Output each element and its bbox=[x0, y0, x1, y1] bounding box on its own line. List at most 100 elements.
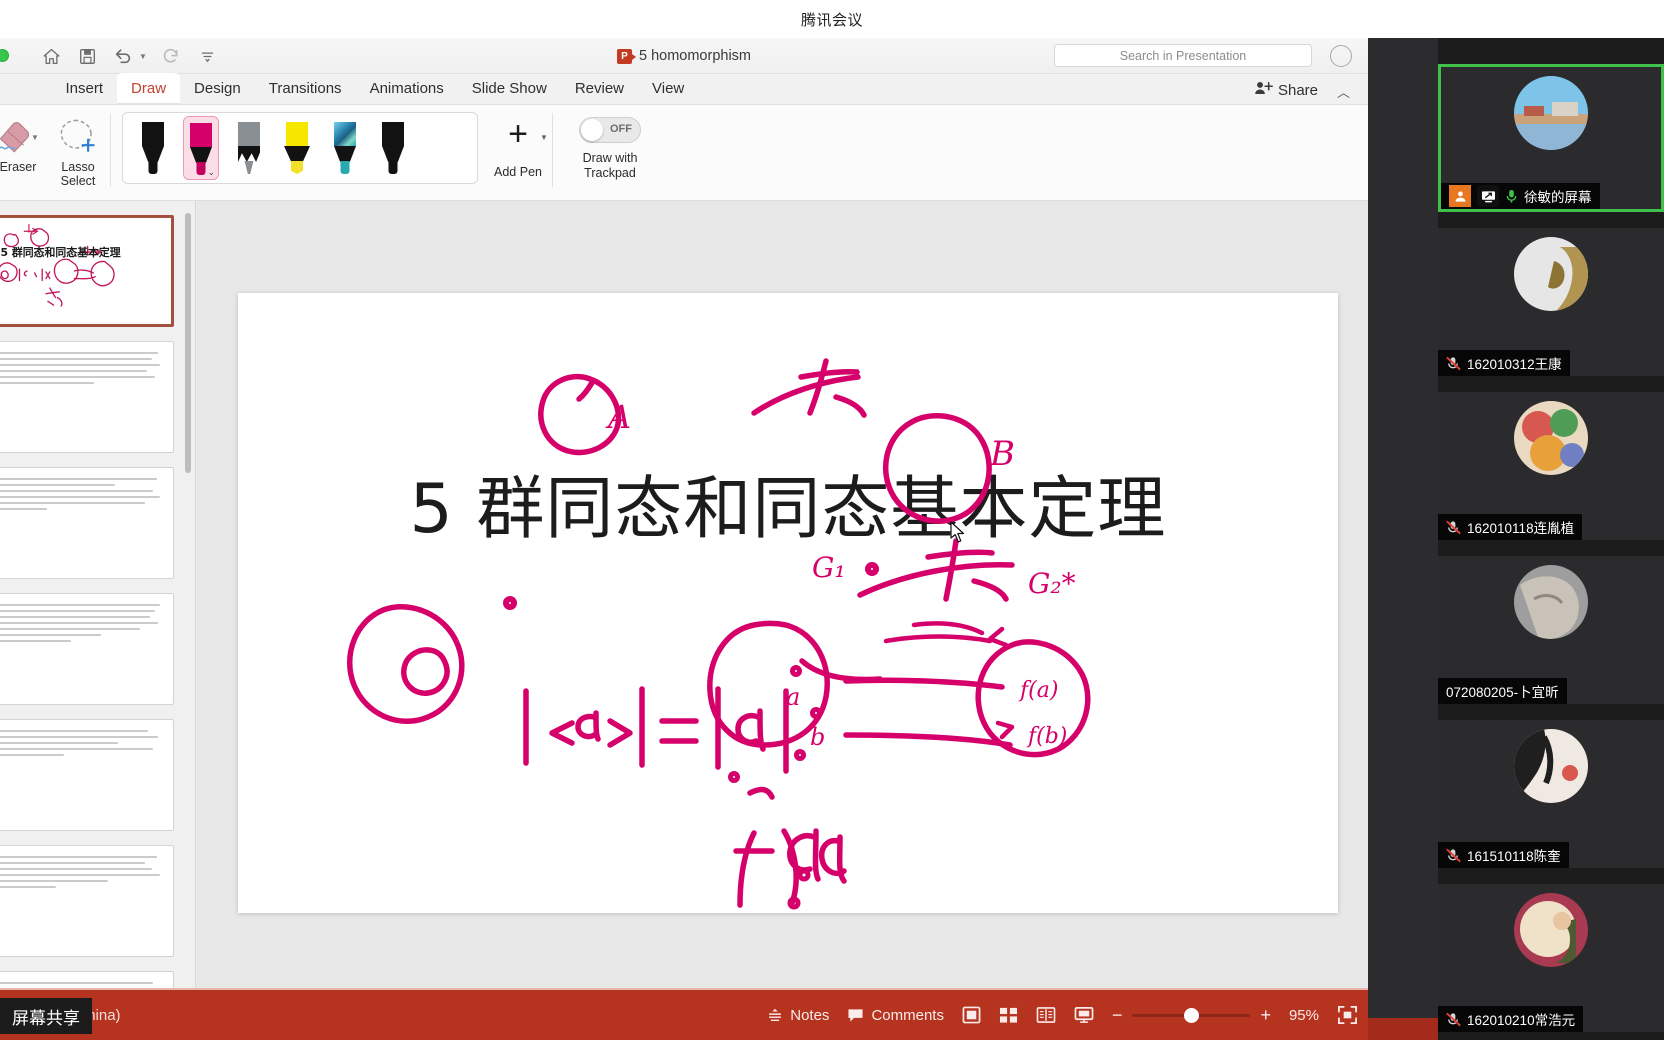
chevron-up-icon[interactable]: ︿ bbox=[1337, 82, 1350, 101]
ink-annotation-layer: A B G₁ G₂* a b f(a) f(b) bbox=[347, 358, 1091, 910]
undo-dropdown-caret[interactable]: ▼ bbox=[139, 52, 147, 61]
search-input[interactable]: Search in Presentation bbox=[1054, 44, 1312, 67]
participant-name-bar: 072080205-卜宜昕 bbox=[1438, 678, 1567, 704]
toggle-knob bbox=[581, 119, 603, 141]
rail-gutter bbox=[1368, 38, 1438, 1040]
thumbnail-panel-scrollbar[interactable] bbox=[185, 213, 191, 473]
slide-title-text[interactable]: 5 群同态和同态基本定理 bbox=[238, 453, 1338, 552]
slide-thumbnail-3[interactable] bbox=[0, 467, 174, 579]
draw-ribbon: Eraser ▼ Lasso Select ⌄ + Add Pen ▼ OFF … bbox=[0, 105, 1368, 201]
participant-tile-2[interactable]: 162010118连胤植 bbox=[1438, 392, 1664, 540]
current-slide[interactable]: 5 群同态和同态基本定理 A B G₁ G₂* a b f(a) f(b) bbox=[238, 293, 1338, 913]
conn-curve-top bbox=[799, 658, 883, 683]
host-badge-icon bbox=[1449, 185, 1471, 207]
slide-sorter-view-icon[interactable] bbox=[999, 1006, 1018, 1024]
slide-thumbnail-panel[interactable]: 5 5 群同态和同态基本定理 bbox=[0, 201, 196, 988]
pen-black[interactable] bbox=[135, 116, 171, 180]
avatar bbox=[1514, 401, 1588, 475]
pencil-gray[interactable] bbox=[231, 116, 267, 180]
order-equation bbox=[523, 686, 789, 774]
tab-review[interactable]: Review bbox=[561, 73, 638, 104]
comments-label: Comments bbox=[871, 1006, 944, 1024]
participant-name: 162010312王康 bbox=[1467, 357, 1562, 372]
home-icon[interactable] bbox=[40, 45, 62, 67]
zoom-slider[interactable] bbox=[1132, 1007, 1251, 1023]
element-b-label: b bbox=[810, 723, 825, 751]
save-icon[interactable] bbox=[76, 45, 98, 67]
tab-transitions[interactable]: Transitions bbox=[255, 73, 356, 104]
slide-thumbnail-7[interactable] bbox=[0, 971, 174, 988]
highlighter-yellow[interactable] bbox=[279, 116, 315, 180]
redo-icon[interactable] bbox=[161, 45, 183, 67]
svg-text:5 群同态和同态基本定理: 5 群同态和同态基本定理 bbox=[1, 245, 121, 259]
pen-options-caret-icon[interactable]: ⌄ bbox=[207, 167, 215, 178]
participant-name-bar: 161510118陈奎 bbox=[1438, 842, 1569, 868]
slide-thumbnail-5[interactable] bbox=[0, 719, 174, 831]
participant-tile-5[interactable]: 162010210常浩元 bbox=[1438, 884, 1664, 1032]
reading-view-icon[interactable] bbox=[1036, 1006, 1056, 1024]
lasso-select-tool[interactable]: Lasso Select bbox=[48, 107, 108, 199]
add-pen-dropdown-caret[interactable]: ▼ bbox=[540, 133, 548, 142]
eraser-tool[interactable]: Eraser bbox=[0, 107, 48, 199]
account-avatar-icon[interactable] bbox=[1330, 45, 1352, 67]
fit-to-window-icon[interactable] bbox=[1337, 1005, 1358, 1025]
participant-name-bar: 徐敏的屏幕 bbox=[1441, 183, 1600, 209]
powerpoint-file-icon: P bbox=[616, 48, 636, 64]
zoom-out-button[interactable]: − bbox=[1112, 1005, 1123, 1026]
draw-with-trackpad-control[interactable]: OFF Draw with Trackpad bbox=[562, 117, 658, 181]
eraser-dropdown-caret[interactable]: ▼ bbox=[31, 133, 39, 142]
share-label: Share bbox=[1277, 81, 1318, 99]
participant-name-bar: 162010312王康 bbox=[1438, 350, 1570, 376]
conn-line-3 bbox=[911, 621, 985, 636]
set-a-blob bbox=[538, 373, 622, 456]
slideshow-view-icon[interactable] bbox=[1074, 1006, 1094, 1024]
image-fb-label: f(b) bbox=[1026, 724, 1067, 749]
tab-view[interactable]: View bbox=[638, 73, 698, 104]
window-zoom-button[interactable] bbox=[0, 49, 9, 62]
participant-tiles: 徐敏的屏幕 162010312王康 162010118连胤植 072080205… bbox=[1438, 38, 1664, 1040]
participant-tile-0[interactable]: 徐敏的屏幕 bbox=[1438, 64, 1664, 212]
avatar bbox=[1514, 893, 1588, 967]
pen-magenta[interactable]: ⌄ bbox=[183, 116, 219, 180]
add-pen-button[interactable]: + Add Pen bbox=[486, 117, 550, 179]
share-button[interactable]: Share bbox=[1254, 78, 1318, 102]
slide-canvas-area[interactable]: 5 群同态和同态基本定理 A B G₁ G₂* a b f(a) f(b) bbox=[196, 201, 1368, 988]
participant-name: 161510118陈奎 bbox=[1467, 849, 1561, 864]
normal-view-icon[interactable] bbox=[962, 1006, 981, 1024]
notes-button[interactable]: Notes bbox=[767, 1007, 829, 1024]
slide-thumbnail-6[interactable] bbox=[0, 845, 174, 957]
customize-toolbar-icon[interactable] bbox=[197, 45, 219, 67]
ribbon-separator bbox=[110, 113, 111, 187]
comments-button[interactable]: Comments bbox=[847, 1007, 944, 1024]
tab-insert[interactable]: Insert bbox=[52, 73, 118, 104]
arrowhead-left bbox=[987, 626, 1009, 648]
thumbnail-text-lines bbox=[0, 730, 165, 760]
participant-name: 072080205-卜宜昕 bbox=[1446, 685, 1559, 700]
thumbnail-text-lines bbox=[0, 604, 165, 646]
mouse-cursor-icon bbox=[950, 521, 966, 548]
zoom-in-button[interactable]: + bbox=[1260, 1005, 1271, 1026]
participant-tile-3[interactable]: 072080205-卜宜昕 bbox=[1438, 556, 1664, 704]
participant-tile-4[interactable]: 161510118陈奎 bbox=[1438, 720, 1664, 868]
participant-tile-1[interactable]: 162010312王康 bbox=[1438, 228, 1664, 376]
undo-icon[interactable] bbox=[112, 45, 134, 67]
pen-galaxy[interactable] bbox=[327, 116, 363, 180]
tab-animations[interactable]: Animations bbox=[356, 73, 458, 104]
set-a-label: A bbox=[605, 398, 631, 436]
draw-with-trackpad-toggle[interactable]: OFF bbox=[579, 117, 641, 143]
status-bar-right-group: Notes Comments − + 95% bbox=[767, 1005, 1358, 1026]
slide-thumbnail-2[interactable] bbox=[0, 341, 174, 453]
tab-slide-show[interactable]: Slide Show bbox=[458, 73, 561, 104]
pen-black-2[interactable] bbox=[375, 116, 411, 180]
group-g2-blob bbox=[975, 639, 1091, 758]
zoom-slider-knob[interactable] bbox=[1184, 1007, 1200, 1023]
slide-thumbnail-1[interactable]: 5 5 群同态和同态基本定理 bbox=[0, 215, 174, 327]
microphone-muted-icon bbox=[1446, 1012, 1461, 1027]
microphone-muted-icon bbox=[1446, 848, 1461, 863]
slide-thumbnail-4[interactable] bbox=[0, 593, 174, 705]
tab-design[interactable]: Design bbox=[180, 73, 255, 104]
tab-draw[interactable]: Draw bbox=[117, 73, 181, 104]
avatar bbox=[1514, 729, 1588, 803]
zoom-control[interactable]: − + 95% bbox=[1112, 1005, 1319, 1026]
document-title[interactable]: 5 homomorphism bbox=[639, 48, 751, 64]
